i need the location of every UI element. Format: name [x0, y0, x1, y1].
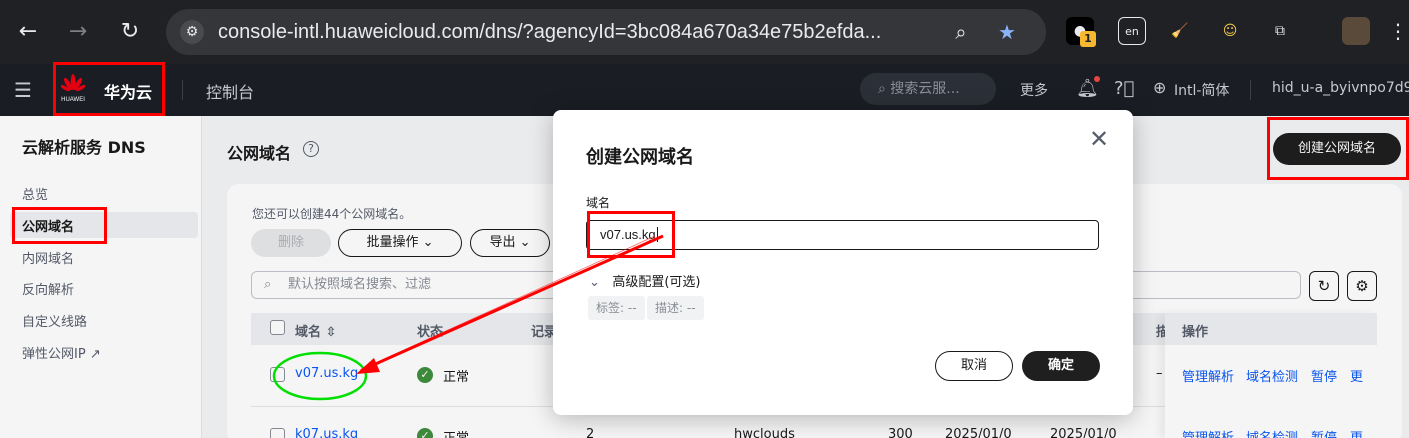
close-icon[interactable]: ✕ — [1089, 127, 1109, 151]
back-icon[interactable]: ← — [14, 18, 42, 46]
confirm-button[interactable]: 确定 — [1022, 351, 1100, 381]
reload-icon[interactable]: ↻ — [116, 18, 144, 46]
annotation-box-input — [587, 211, 675, 258]
extension-icon[interactable]: ●1 — [1066, 17, 1096, 47]
globe-icon[interactable]: ⊕ — [1153, 78, 1166, 97]
face-extension-icon[interactable]: ☺ — [1216, 17, 1244, 45]
advanced-config-label: 高级配置(可选) — [612, 275, 701, 290]
extensions-puzzle-icon[interactable]: ⧉ — [1266, 17, 1294, 45]
zoom-search-icon[interactable]: ⌕ — [948, 19, 974, 45]
help-icon[interactable]: ?⃝ — [1114, 78, 1134, 99]
menu-icon[interactable]: ☰ — [14, 79, 32, 101]
language-selector[interactable]: Intl-简体 — [1174, 80, 1229, 100]
bookmark-star-icon[interactable]: ★ — [994, 19, 1020, 45]
more-menu[interactable]: 更多 — [1020, 80, 1048, 100]
dialog-title: 创建公网域名 — [586, 147, 694, 168]
divider — [1250, 80, 1251, 100]
annotation-box-create — [1267, 117, 1409, 180]
site-settings-icon[interactable]: ⚙ — [180, 20, 204, 44]
extension-badge: 1 — [1080, 31, 1096, 47]
description-summary: 描述: -- — [647, 296, 704, 320]
translate-extension-icon[interactable]: en — [1118, 17, 1146, 45]
cancel-button[interactable]: 取消 — [935, 351, 1013, 381]
global-search-placeholder: 搜索云服... — [890, 81, 960, 97]
annotation-box-logo — [53, 62, 165, 116]
address-bar[interactable]: ⚙ console-intl.huaweicloud.com/dns/?agen… — [166, 9, 1046, 55]
create-zone-dialog: 创建公网域名 ✕ 域名 v07.us.kg ⌄ 高级配置(可选) 标签: -- … — [553, 110, 1133, 415]
annotation-box-sidebar — [12, 207, 107, 244]
forward-icon[interactable]: → — [64, 18, 92, 46]
user-account[interactable]: hid_u-a_byivnpo7d99 — [1272, 80, 1409, 96]
global-search-input[interactable]: ⌕ 搜索云服... — [860, 73, 996, 105]
translate-extension-label: en — [1125, 25, 1139, 38]
advanced-config-toggle[interactable]: ⌄ 高级配置(可选) — [589, 271, 700, 290]
profile-avatar[interactable] — [1342, 17, 1370, 45]
console-topbar: ☰ HUAWEI 华为云 控制台 ⌕ 搜索云服... 更多 🔔︎ ?⃝ ⊕ In… — [0, 64, 1409, 116]
broom-extension-icon[interactable]: 🧹 — [1166, 17, 1194, 45]
console-link[interactable]: 控制台 — [206, 79, 254, 103]
browser-menu-icon[interactable]: ⋮ — [1384, 17, 1409, 45]
notification-dot — [1094, 76, 1100, 82]
divider — [182, 80, 183, 100]
domain-field-label: 域名 — [586, 196, 611, 210]
browser-toolbar: ← → ↻ ⚙ console-intl.huaweicloud.com/dns… — [0, 0, 1409, 64]
tag-summary: 标签: -- — [588, 296, 645, 320]
chevron-down-icon: ⌄ — [589, 275, 600, 290]
url-text[interactable]: console-intl.huaweicloud.com/dns/?agency… — [218, 9, 881, 55]
